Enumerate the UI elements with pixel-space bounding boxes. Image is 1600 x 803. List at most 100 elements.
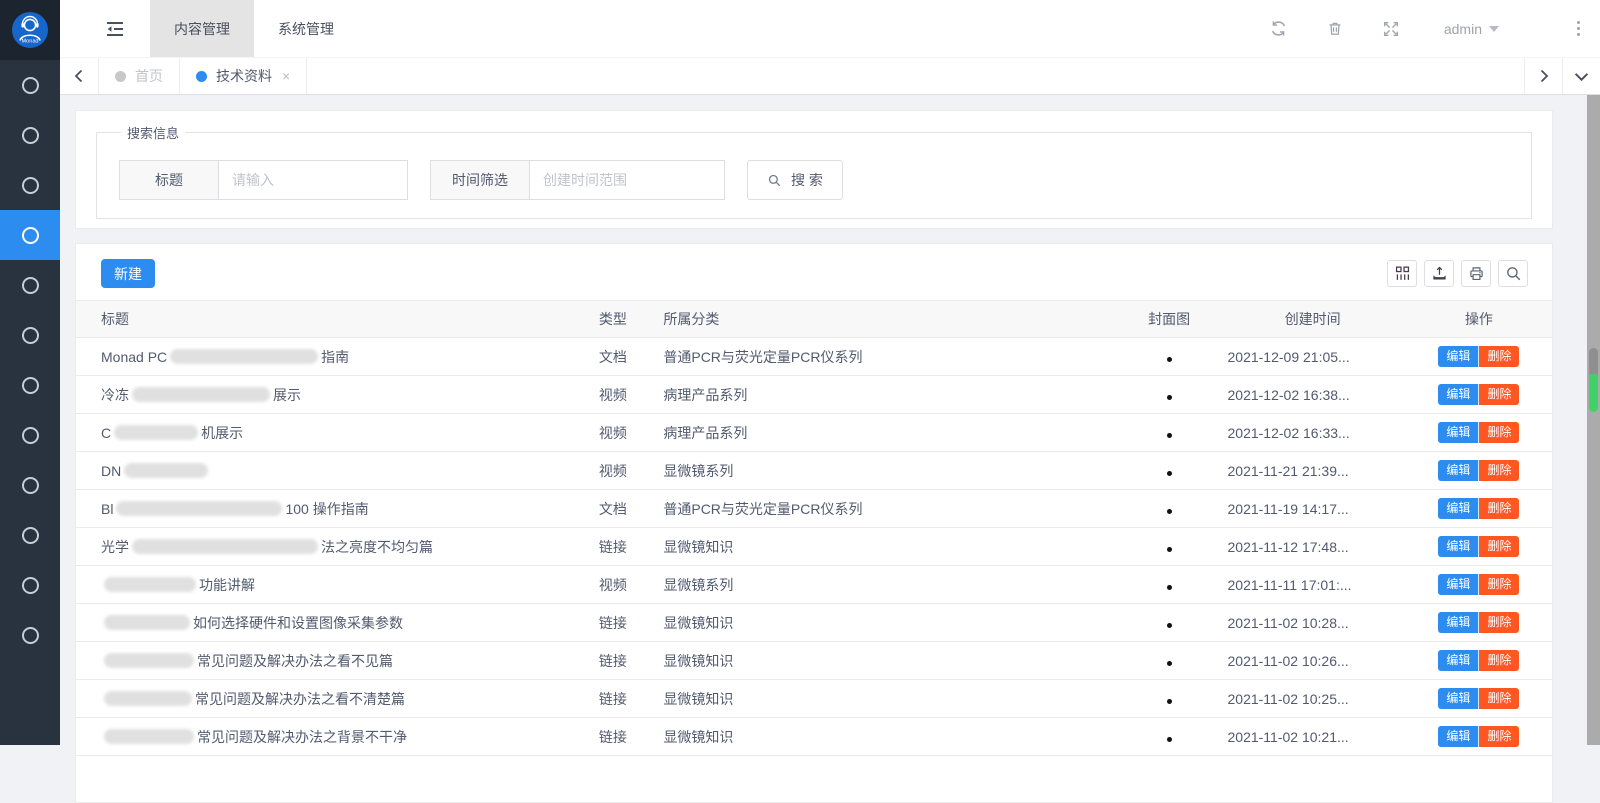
chevron-right-icon[interactable] (1524, 58, 1562, 94)
create-button[interactable]: 新建 (101, 259, 155, 288)
vertical-scrollbar-thumb[interactable] (1589, 348, 1598, 412)
column-header-6: 操作 (1406, 301, 1552, 338)
sidebar-item-12[interactable] (0, 610, 60, 660)
cell-created-time: 2021-11-12 17:48... (1220, 528, 1406, 566)
sidebar-item-9[interactable] (0, 460, 60, 510)
sidebar-item-7[interactable] (0, 360, 60, 410)
user-menu[interactable]: admin (1444, 21, 1499, 37)
delete-button[interactable]: 删除 (1479, 688, 1519, 709)
sidebar-item-1[interactable] (0, 60, 60, 110)
cell-created-time: 2021-11-19 14:17... (1220, 490, 1406, 528)
redacted-text (116, 501, 282, 516)
cell-created-time: 2021-11-02 10:28... (1220, 604, 1406, 642)
table-row: 功能讲解视频显微镜系列2021-11-11 17:01:...编辑删除 (76, 566, 1552, 604)
edit-button[interactable]: 编辑 (1438, 460, 1479, 481)
circle-icon (22, 477, 39, 494)
cell-actions: 编辑删除 (1406, 642, 1552, 680)
collapse-sidebar-icon[interactable] (100, 14, 130, 44)
sidebar-item-11[interactable] (0, 560, 60, 610)
cell-created-time: 2021-11-02 10:21... (1220, 718, 1406, 756)
table-row: 光学法之亮度不均匀篇链接显微镜知识2021-11-12 17:48...编辑删除 (76, 528, 1552, 566)
column-header-1: 标题 (76, 301, 599, 338)
top-menu-1[interactable]: 内容管理 (150, 0, 254, 57)
cell-category: 普通PCR与荧光定量PCR仪系列 (663, 490, 1118, 528)
cell-actions: 编辑删除 (1406, 718, 1552, 756)
page-tab-1[interactable]: 首页 (99, 58, 180, 94)
delete-button[interactable]: 删除 (1479, 612, 1519, 633)
sidebar: Monad (0, 0, 60, 745)
search-button[interactable]: 搜 索 (747, 160, 843, 200)
circle-icon (22, 377, 39, 394)
cell-cover (1119, 376, 1220, 414)
top-nav: 内容管理系统管理 (150, 0, 358, 57)
column-header-4: 封面图 (1119, 301, 1220, 338)
columns-icon[interactable] (1387, 260, 1417, 287)
sidebar-item-2[interactable] (0, 110, 60, 160)
cell-type: 文档 (599, 338, 663, 376)
edit-button[interactable]: 编辑 (1438, 574, 1479, 595)
redacted-text (114, 425, 198, 440)
delete-button[interactable]: 删除 (1479, 536, 1519, 557)
delete-button[interactable]: 删除 (1479, 346, 1519, 367)
refresh-icon[interactable] (1268, 18, 1290, 40)
sidebar-item-3[interactable] (0, 160, 60, 210)
delete-button[interactable]: 删除 (1479, 726, 1519, 747)
cover-image-dot (1167, 623, 1172, 628)
edit-button[interactable]: 编辑 (1438, 650, 1479, 671)
header-actions: admin (1268, 18, 1586, 40)
time-range-input[interactable] (529, 160, 725, 200)
edit-button[interactable]: 编辑 (1438, 346, 1479, 367)
content-table: 标题类型所属分类封面图创建时间操作 Monad PC指南文档普通PCR与荧光定量… (76, 300, 1552, 756)
circle-icon (22, 427, 39, 444)
zoom-icon[interactable] (1498, 260, 1528, 287)
page-tab-2[interactable]: 技术资料× (180, 58, 307, 94)
close-icon[interactable]: × (282, 69, 290, 83)
kebab-menu-icon[interactable] (1577, 21, 1580, 36)
cell-created-time: 2021-12-09 21:05... (1220, 338, 1406, 376)
tabbar-controls (1524, 58, 1600, 94)
delete-button[interactable]: 删除 (1479, 422, 1519, 443)
fullscreen-icon[interactable] (1380, 18, 1402, 40)
edit-button[interactable]: 编辑 (1438, 688, 1479, 709)
delete-button[interactable]: 删除 (1479, 498, 1519, 519)
delete-button[interactable]: 删除 (1479, 460, 1519, 481)
sidebar-item-5[interactable] (0, 260, 60, 310)
cell-category: 显微镜系列 (663, 566, 1118, 604)
sidebar-item-6[interactable] (0, 310, 60, 360)
cell-created-time: 2021-12-02 16:33... (1220, 414, 1406, 452)
cover-image-dot (1167, 395, 1172, 400)
trash-icon[interactable] (1324, 18, 1346, 40)
app-logo: Monad (0, 0, 60, 60)
cell-actions: 编辑删除 (1406, 452, 1552, 490)
export-icon[interactable] (1424, 260, 1454, 287)
sidebar-item-10[interactable] (0, 510, 60, 560)
sidebar-item-4[interactable] (0, 210, 60, 260)
sidebar-item-8[interactable] (0, 410, 60, 460)
cell-category: 显微镜系列 (663, 452, 1118, 490)
vertical-scrollbar-track[interactable] (1587, 95, 1600, 745)
cover-image-dot (1167, 433, 1172, 438)
cell-category: 显微镜知识 (663, 718, 1118, 756)
cell-cover (1119, 338, 1220, 376)
table-row: Monad PC指南文档普通PCR与荧光定量PCR仪系列2021-12-09 2… (76, 338, 1552, 376)
edit-button[interactable]: 编辑 (1438, 612, 1479, 633)
top-menu-2[interactable]: 系统管理 (254, 0, 358, 57)
edit-button[interactable]: 编辑 (1438, 498, 1479, 519)
edit-button[interactable]: 编辑 (1438, 536, 1479, 557)
cell-type: 视频 (599, 376, 663, 414)
title-filter-input[interactable] (218, 160, 408, 200)
monad-logo-icon: Monad (8, 8, 52, 52)
delete-button[interactable]: 删除 (1479, 384, 1519, 405)
delete-button[interactable]: 删除 (1479, 574, 1519, 595)
edit-button[interactable]: 编辑 (1438, 384, 1479, 405)
table-row: C机展示视频病理产品系列2021-12-02 16:33...编辑删除 (76, 414, 1552, 452)
delete-button[interactable]: 删除 (1479, 650, 1519, 671)
edit-button[interactable]: 编辑 (1438, 422, 1479, 443)
app-header: 内容管理系统管理 admin (60, 0, 1600, 58)
printer-icon[interactable] (1461, 260, 1491, 287)
cell-cover (1119, 528, 1220, 566)
chevron-down-icon[interactable] (1562, 58, 1600, 94)
edit-button[interactable]: 编辑 (1438, 726, 1479, 747)
main-content: 搜索信息 标题 时间筛选 搜 索 新建 (60, 95, 1600, 745)
chevron-left-icon[interactable] (60, 58, 98, 94)
